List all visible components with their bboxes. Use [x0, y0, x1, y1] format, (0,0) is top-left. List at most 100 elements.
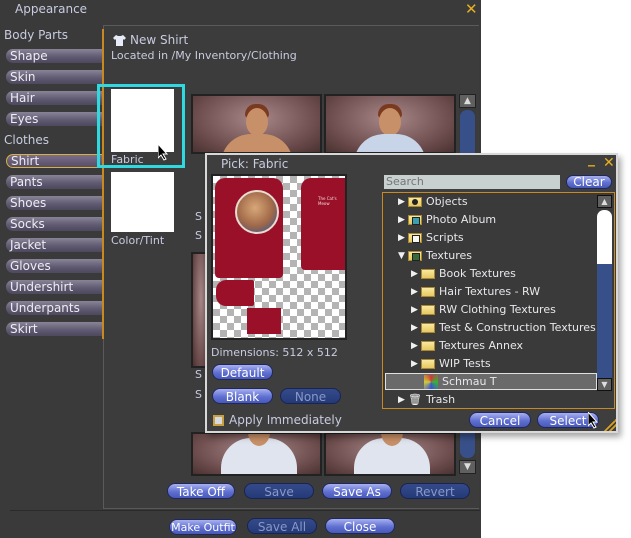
- sidebar-item-skirt[interactable]: Skirt: [6, 322, 104, 336]
- sidebar-divider: [102, 29, 104, 339]
- expand-arrow-icon[interactable]: ▶: [411, 359, 421, 369]
- tree-item-label: WIP Tests: [439, 357, 491, 370]
- shirt-icon: [113, 34, 126, 46]
- tree-item-label: RW Clothing Textures: [439, 303, 556, 316]
- make-outfit-button[interactable]: Make Outfit: [169, 519, 237, 535]
- cancel-button[interactable]: Cancel: [469, 412, 531, 428]
- tree-item-label: Trash: [425, 393, 456, 406]
- color-tint-swatch[interactable]: [111, 172, 174, 232]
- scroll-up-icon[interactable]: ▲: [597, 195, 612, 208]
- folder-icon: [421, 304, 435, 315]
- item-name: New Shirt: [130, 33, 189, 47]
- expand-arrow-icon[interactable]: ▶: [411, 287, 421, 297]
- cat-badge-image: [235, 190, 279, 234]
- minimize-icon[interactable]: _: [588, 151, 595, 167]
- expand-arrow-icon[interactable]: ▶: [398, 215, 408, 225]
- avatar-preview-side: [324, 94, 456, 154]
- tree-item-label: Objects: [426, 195, 468, 208]
- tree-item-label: Textures Annex: [439, 339, 524, 352]
- expand-arrow-icon[interactable]: ▶: [411, 305, 421, 315]
- texture-preview: The Cat's Meow: [211, 174, 347, 340]
- tree-item-rw-clothing-textures[interactable]: ▶ RW Clothing Textures: [411, 301, 556, 318]
- sidebar-item-hair[interactable]: Hair: [6, 91, 104, 105]
- sidebar-item-pants[interactable]: Pants: [6, 175, 104, 189]
- close-icon[interactable]: ✕: [603, 155, 615, 171]
- sidebar-item-undershirt[interactable]: Undershirt: [6, 280, 104, 294]
- scripts-folder-icon: [408, 232, 422, 243]
- resize-handle-icon[interactable]: [604, 419, 616, 431]
- revert-button[interactable]: Revert: [400, 483, 470, 499]
- fabric-highlight: [97, 84, 185, 168]
- picker-title: Pick: Fabric: [221, 157, 289, 171]
- save-button[interactable]: Save: [244, 483, 314, 499]
- tree-item-trash[interactable]: ▶ 🗑 Trash: [398, 391, 455, 408]
- expand-arrow-icon[interactable]: ▶: [398, 197, 408, 207]
- none-button[interactable]: None: [280, 388, 341, 404]
- apply-immediately-checkbox[interactable]: [213, 415, 224, 426]
- expand-arrow-icon[interactable]: ▶: [411, 323, 421, 333]
- save-as-button[interactable]: Save As: [322, 483, 392, 499]
- tree-item-textures-annex[interactable]: ▶ Textures Annex: [411, 337, 523, 354]
- sidebar-item-jacket[interactable]: Jacket: [6, 238, 104, 252]
- blank-button[interactable]: Blank: [212, 388, 273, 404]
- expand-arrow-icon[interactable]: ▶: [398, 233, 408, 243]
- tree-item-textures[interactable]: ▼ Textures: [398, 247, 472, 264]
- tree-item-hair-textures[interactable]: ▶ Hair Textures - RW: [411, 283, 540, 300]
- close-button[interactable]: Close: [325, 518, 395, 534]
- sidebar-item-eyes[interactable]: Eyes: [6, 112, 104, 126]
- close-icon[interactable]: ✕: [465, 0, 478, 18]
- shirt-back-shape: [301, 178, 345, 270]
- folder-icon: [421, 358, 435, 369]
- sleeve-shape: [216, 280, 254, 306]
- apply-immediately-label: Apply Immediately: [229, 413, 342, 427]
- tree-item-book-textures[interactable]: ▶ Book Textures: [411, 265, 516, 282]
- trash-icon: 🗑: [408, 393, 422, 406]
- sidebar-item-underpants[interactable]: Underpants: [6, 301, 104, 315]
- take-off-button[interactable]: Take Off: [167, 483, 235, 499]
- sidebar-item-socks[interactable]: Socks: [6, 217, 104, 231]
- textures-folder-icon: [408, 250, 422, 261]
- tree-scrollbar[interactable]: ▲ ▼: [597, 195, 612, 405]
- tree-item-wip-tests[interactable]: ▶ WIP Tests: [411, 355, 491, 372]
- objects-folder-icon: [408, 196, 422, 207]
- tree-item-label: Book Textures: [439, 267, 516, 280]
- tree-item-photo-album[interactable]: ▶ Photo Album: [398, 211, 496, 228]
- default-button[interactable]: Default: [212, 364, 273, 380]
- sleeve-shape: [247, 308, 281, 334]
- inventory-tree: ▶ Objects ▶ Photo Album ▶ Scripts ▼ Text…: [382, 192, 615, 409]
- footer-divider: [10, 510, 480, 511]
- photo-album-folder-icon: [408, 214, 422, 225]
- sidebar-item-shape[interactable]: Shape: [6, 49, 104, 63]
- sidebar-item-shirt[interactable]: Shirt: [6, 154, 104, 168]
- tree-item-label: Textures: [426, 249, 472, 262]
- slider-label: S: [195, 210, 202, 223]
- avatar-preview-back-side: [324, 432, 456, 476]
- collapse-arrow-icon[interactable]: ▼: [398, 251, 408, 261]
- slider-label: S: [195, 368, 202, 381]
- tree-item-objects[interactable]: ▶ Objects: [398, 193, 468, 210]
- scroll-up-icon[interactable]: ▲: [459, 94, 476, 108]
- item-header: New Shirt: [113, 33, 188, 47]
- save-all-button[interactable]: Save All: [247, 518, 317, 534]
- scroll-down-icon[interactable]: ▼: [597, 378, 612, 391]
- tree-item-test-construction[interactable]: ▶ Test & Construction Textures: [411, 319, 596, 336]
- tree-item-label: Hair Textures - RW: [439, 285, 541, 298]
- expand-arrow-icon[interactable]: ▶: [411, 341, 421, 351]
- expand-arrow-icon[interactable]: ▶: [411, 269, 421, 279]
- sidebar-item-skin[interactable]: Skin: [6, 70, 104, 84]
- scroll-thumb[interactable]: [597, 210, 612, 390]
- section-clothes: Clothes: [4, 133, 49, 147]
- search-input[interactable]: [384, 175, 560, 189]
- sidebar-item-shoes[interactable]: Shoes: [6, 196, 104, 210]
- clear-button[interactable]: Clear: [566, 175, 612, 189]
- tree-item-schmau-t[interactable]: Schmau T: [385, 373, 597, 390]
- tree-item-scripts[interactable]: ▶ Scripts: [398, 229, 464, 246]
- texture-picker-dialog: Pick: Fabric _ ✕ The Cat's Meow Dimensio…: [205, 151, 618, 433]
- sidebar-item-gloves[interactable]: Gloves: [6, 259, 104, 273]
- folder-icon: [421, 286, 435, 297]
- expand-arrow-icon[interactable]: ▶: [398, 395, 408, 405]
- texture-icon: [424, 374, 438, 389]
- color-tint-label: Color/Tint: [111, 234, 165, 247]
- scroll-down-icon[interactable]: ▼: [459, 460, 476, 474]
- slider-label: S: [195, 388, 202, 401]
